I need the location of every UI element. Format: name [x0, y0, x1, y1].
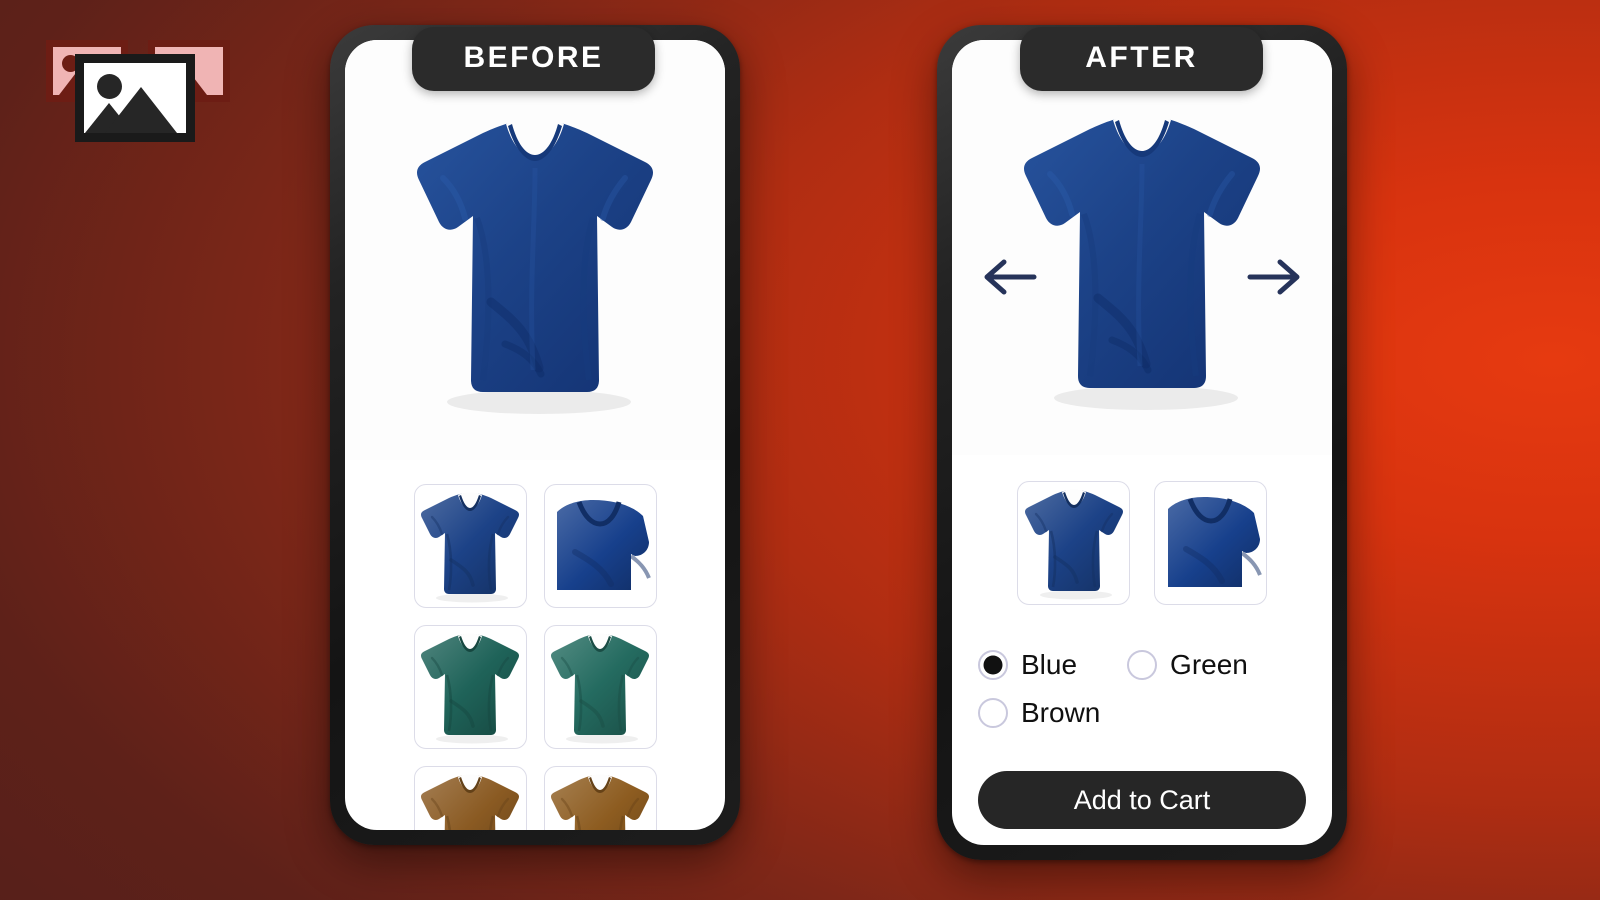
- thumbnail-green-tshirt-angled[interactable]: [543, 625, 657, 749]
- hero-tshirt-blue: [417, 119, 653, 414]
- phone-screen-before: [345, 40, 725, 830]
- photo-icon-front: [75, 54, 195, 142]
- thumbnail-brown-tshirt-front[interactable]: [413, 766, 527, 830]
- hero-tshirt-blue: [1024, 115, 1260, 410]
- color-option-green[interactable]: Green: [1127, 649, 1248, 681]
- hero-image-after: [952, 40, 1332, 455]
- badge-after: AFTER: [1020, 27, 1263, 91]
- arrow-right-icon[interactable]: [1246, 256, 1302, 298]
- option-row: Brown: [978, 697, 1306, 729]
- thumbnail-grid-after: [952, 481, 1332, 605]
- color-option-label: Brown: [1021, 697, 1101, 728]
- color-option-group: Blue Green Brown: [952, 649, 1332, 729]
- color-option-label: Blue: [1021, 649, 1078, 680]
- thumbnail-blue-tshirt-front[interactable]: [1017, 481, 1130, 605]
- add-to-cart-button[interactable]: Add to Cart: [978, 771, 1306, 829]
- thumbnail-blue-tshirt-closeup[interactable]: [1154, 481, 1267, 605]
- screenshot-canvas: BEFORE Blue Green Brown Add to Cart AFTE…: [0, 0, 1600, 900]
- color-option-blue[interactable]: Blue: [978, 649, 1077, 681]
- hero-image-before: [345, 40, 725, 460]
- phone-screen-after: Blue Green Brown Add to Cart: [952, 40, 1332, 845]
- phone-mockup-before: [330, 25, 740, 845]
- thumbnail-grid-before: [345, 484, 725, 830]
- color-option-brown[interactable]: Brown: [978, 697, 1100, 729]
- thumbnail-blue-tshirt-front[interactable]: [413, 484, 527, 608]
- radio-brown-icon[interactable]: [978, 698, 1008, 728]
- color-option-label: Green: [1170, 649, 1248, 680]
- mountain-shape-large: [105, 87, 177, 133]
- thumbnail-brown-tshirt-angled[interactable]: [543, 766, 657, 830]
- option-row: Blue Green: [978, 649, 1306, 681]
- arrow-left-icon[interactable]: [982, 256, 1038, 298]
- radio-blue-checked-icon[interactable]: [978, 650, 1008, 680]
- badge-before: BEFORE: [412, 27, 655, 91]
- thumbnail-green-tshirt-front[interactable]: [413, 625, 527, 749]
- phone-mockup-after: Blue Green Brown Add to Cart: [937, 25, 1347, 860]
- radio-green-icon[interactable]: [1127, 650, 1158, 680]
- thumbnail-blue-tshirt-closeup[interactable]: [543, 484, 657, 608]
- image-gallery-logo: [42, 24, 242, 142]
